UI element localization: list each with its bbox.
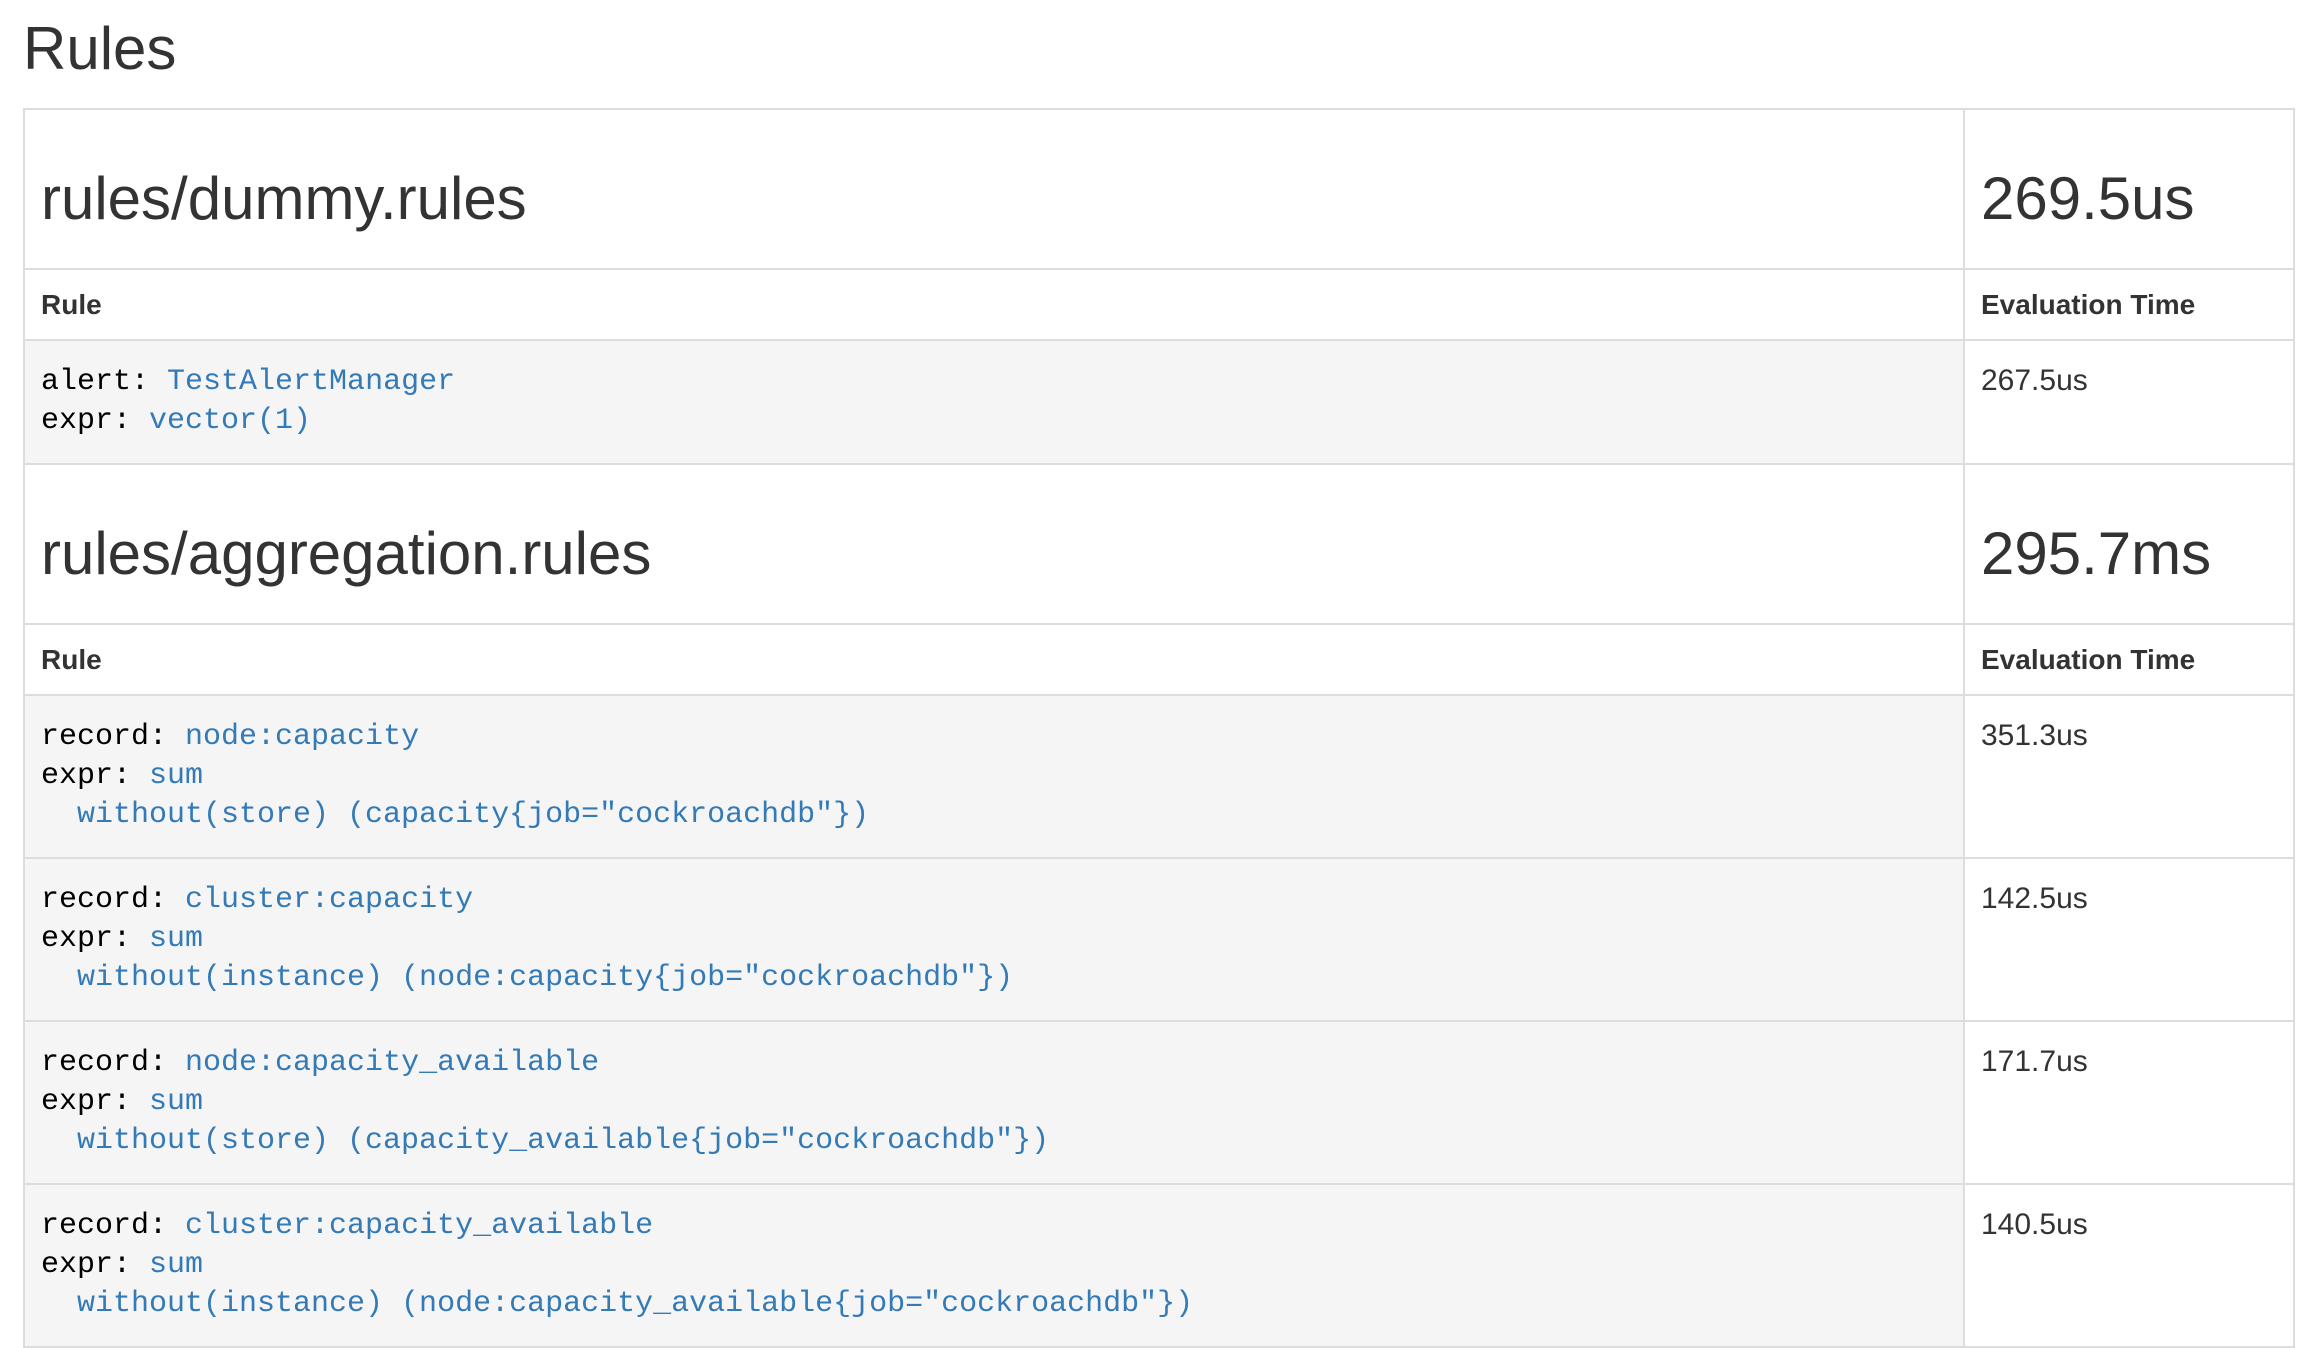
column-header-rule: Rule: [24, 624, 1964, 695]
group-total-time-cell: 295.7ms: [1964, 464, 2294, 624]
expr-keyword: expr:: [41, 1248, 149, 1282]
rule-name-link[interactable]: cluster:capacity_available: [185, 1209, 653, 1243]
rule-expression-link[interactable]: sum without(instance) (node:capacity_ava…: [41, 1248, 1193, 1321]
group-total-evaluation-time: 269.5us: [1981, 166, 2277, 232]
column-header-row: Rule Evaluation Time: [24, 269, 2294, 340]
rule-name-link[interactable]: node:capacity: [185, 720, 419, 754]
rules-page: Rules rules/dummy.rules 269.5us Rule Eva…: [0, 0, 2316, 1348]
rule-definition-cell: record: node:capacity expr: sum without(…: [24, 695, 1964, 858]
column-header-row: Rule Evaluation Time: [24, 624, 2294, 695]
rules-table: rules/dummy.rules 269.5us Rule Evaluatio…: [23, 108, 2295, 1348]
rule-evaluation-time: 142.5us: [1964, 858, 2294, 1021]
rule-definition-cell: record: node:capacity_available expr: su…: [24, 1021, 1964, 1184]
rule-evaluation-time: 171.7us: [1964, 1021, 2294, 1184]
rule-name-link[interactable]: cluster:capacity: [185, 883, 473, 917]
group-file-cell: rules/aggregation.rules: [24, 464, 1964, 624]
expr-keyword: expr:: [41, 404, 149, 438]
rule-keyword: record:: [41, 883, 185, 917]
rule-keyword: alert:: [41, 365, 167, 399]
rule-row: record: cluster:capacity_available expr:…: [24, 1184, 2294, 1347]
rule-definition-cell: alert: TestAlertManager expr: vector(1): [24, 340, 1964, 464]
rule-evaluation-time: 267.5us: [1964, 340, 2294, 464]
rule-name-link[interactable]: node:capacity_available: [185, 1046, 599, 1080]
group-heading-row: rules/aggregation.rules 295.7ms: [24, 464, 2294, 624]
rule-keyword: record:: [41, 1046, 185, 1080]
rule-row: alert: TestAlertManager expr: vector(1) …: [24, 340, 2294, 464]
column-header-evaluation-time: Evaluation Time: [1964, 624, 2294, 695]
rule-keyword: record:: [41, 1209, 185, 1243]
rule-evaluation-time: 140.5us: [1964, 1184, 2294, 1347]
rule-evaluation-time: 351.3us: [1964, 695, 2294, 858]
group-heading-row: rules/dummy.rules 269.5us: [24, 109, 2294, 269]
expr-keyword: expr:: [41, 1085, 149, 1119]
group-file-name: rules/dummy.rules: [41, 166, 1947, 232]
rule-row: record: cluster:capacity expr: sum witho…: [24, 858, 2294, 1021]
expr-keyword: expr:: [41, 922, 149, 956]
rule-expression-link[interactable]: sum without(instance) (node:capacity{job…: [41, 922, 1013, 995]
group-file-cell: rules/dummy.rules: [24, 109, 1964, 269]
group-total-evaluation-time: 295.7ms: [1981, 521, 2277, 587]
rule-expression-link[interactable]: vector(1): [149, 404, 311, 438]
rule-expression-link[interactable]: sum without(store) (capacity{job="cockro…: [41, 759, 869, 832]
rule-definition-cell: record: cluster:capacity_available expr:…: [24, 1184, 1964, 1347]
group-total-time-cell: 269.5us: [1964, 109, 2294, 269]
rule-definition-cell: record: cluster:capacity expr: sum witho…: [24, 858, 1964, 1021]
rule-row: record: node:capacity expr: sum without(…: [24, 695, 2294, 858]
rule-row: record: node:capacity_available expr: su…: [24, 1021, 2294, 1184]
rule-expression-link[interactable]: sum without(store) (capacity_available{j…: [41, 1085, 1049, 1158]
rule-keyword: record:: [41, 720, 185, 754]
page-title: Rules: [23, 16, 2293, 82]
rule-name-link[interactable]: TestAlertManager: [167, 365, 455, 399]
column-header-evaluation-time: Evaluation Time: [1964, 269, 2294, 340]
column-header-rule: Rule: [24, 269, 1964, 340]
expr-keyword: expr:: [41, 759, 149, 793]
group-file-name: rules/aggregation.rules: [41, 521, 1947, 587]
